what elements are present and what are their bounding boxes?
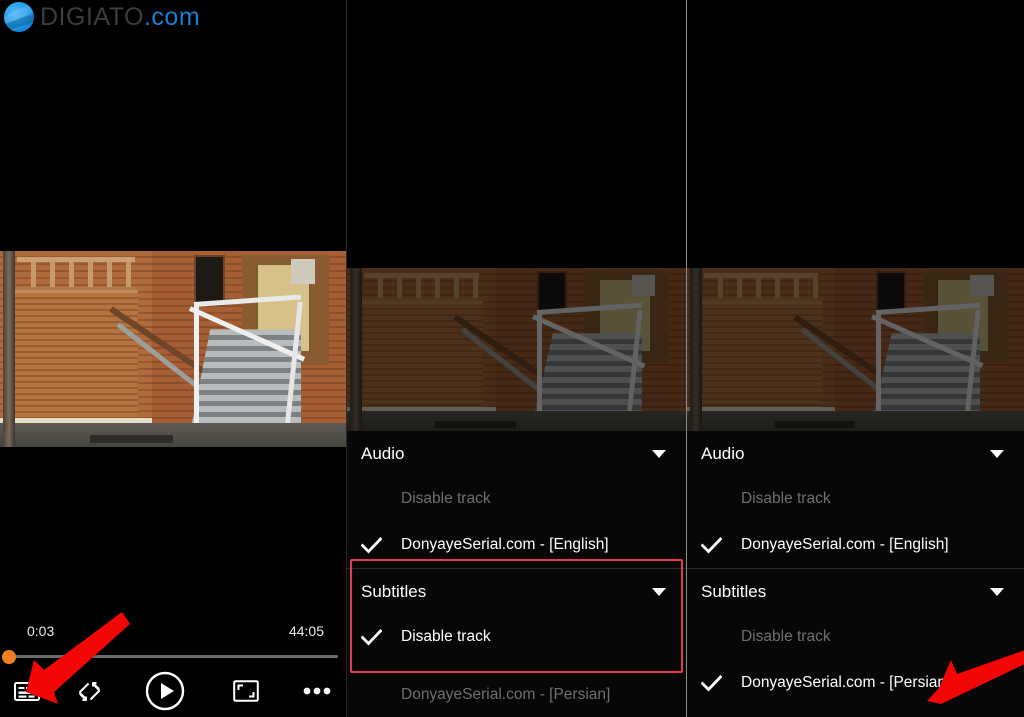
subtitles-button[interactable] <box>10 681 44 701</box>
section-header-audio[interactable]: Audio <box>687 431 1024 476</box>
screenshot-root: DIGIATO.com 0:03 44:05 Audio Disable tra… <box>0 0 1024 717</box>
option-label: DonyayeSerial.com - [Persian] <box>741 674 951 691</box>
more-options-icon <box>303 687 331 695</box>
video-scene-building-stairs <box>687 268 1024 431</box>
option-label: DonyayeSerial.com - [English] <box>401 536 609 553</box>
seek-thumb[interactable] <box>2 650 16 664</box>
seek-bar[interactable] <box>0 647 346 665</box>
player-controls: 0:03 44:05 <box>0 623 346 717</box>
option-label: Disable track <box>741 490 831 507</box>
option-label: DonyayeSerial.com - [English] <box>741 536 949 553</box>
track-selection-menu: Audio Disable track DonyayeSerial.com - … <box>347 431 686 717</box>
video-frame-dim <box>687 268 1024 431</box>
play-icon <box>146 671 185 711</box>
closed-caption-icon <box>13 681 40 701</box>
audio-option-english[interactable]: DonyayeSerial.com - [English] <box>687 522 1024 568</box>
subtitle-option-persian[interactable]: DonyayeSerial.com - [Persian] <box>347 672 686 717</box>
section-header-subtitles[interactable]: Subtitles <box>347 569 686 614</box>
audio-option-disable-track[interactable]: Disable track <box>687 476 1024 522</box>
check-icon <box>361 628 382 646</box>
section-audio: Audio Disable track DonyayeSerial.com - … <box>687 431 1024 568</box>
check-slot <box>701 674 741 692</box>
section-subtitles-wrapper: Subtitles Disable track <box>347 559 686 673</box>
option-label: Disable track <box>741 628 831 645</box>
video-scene-building-stairs <box>347 268 686 431</box>
panel-subtitles-persian-selected: Audio Disable track DonyayeSerial.com - … <box>686 0 1024 717</box>
check-icon <box>701 674 722 692</box>
check-slot <box>361 536 401 554</box>
check-icon <box>361 536 382 554</box>
control-button-row <box>0 665 346 717</box>
subtitle-option-disable-track[interactable]: Disable track <box>347 614 686 660</box>
section-header-audio[interactable]: Audio <box>347 431 686 476</box>
chevron-down-icon[interactable] <box>990 450 1004 458</box>
fit-to-screen-icon <box>233 680 260 702</box>
watermark-text-main: DIGIATO <box>40 2 144 31</box>
section-title: Audio <box>361 444 405 463</box>
screen-rotate-icon <box>78 681 101 701</box>
total-time-label: 44:05 <box>288 623 324 639</box>
option-label: Disable track <box>401 628 491 645</box>
panel-subtitles-disabled: Audio Disable track DonyayeSerial.com - … <box>346 0 686 717</box>
section-title: Audio <box>701 444 745 463</box>
play-button[interactable] <box>142 671 189 711</box>
digiato-globe-icon <box>4 2 34 32</box>
chevron-down-icon[interactable] <box>990 588 1004 596</box>
video-frame[interactable] <box>0 251 346 447</box>
chevron-down-icon[interactable] <box>652 450 666 458</box>
chevron-down-icon[interactable] <box>652 588 666 596</box>
video-frame-dim <box>347 268 686 431</box>
section-title: Subtitles <box>701 582 767 601</box>
seek-track[interactable] <box>8 655 338 658</box>
fit-screen-button[interactable] <box>225 680 268 702</box>
check-slot <box>701 536 741 554</box>
audio-option-english[interactable]: DonyayeSerial.com - [English] <box>347 522 686 568</box>
section-subtitles: Subtitles Disable track <box>347 569 686 660</box>
subtitle-option-persian[interactable]: DonyayeSerial.com - [Persian] <box>687 660 1024 706</box>
check-slot <box>361 628 401 646</box>
current-time-label: 0:03 <box>27 623 55 639</box>
time-row: 0:03 44:05 <box>27 623 324 647</box>
video-scene-building-stairs <box>0 251 346 447</box>
section-subtitles: Subtitles Disable track DonyayeSerial.co… <box>687 569 1024 706</box>
watermark-text-tld: .com <box>143 2 201 31</box>
watermark-text: DIGIATO.com <box>40 3 200 32</box>
audio-option-disable-track[interactable]: Disable track <box>347 476 686 522</box>
option-label: DonyayeSerial.com - [Persian] <box>401 686 611 703</box>
section-title: Subtitles <box>361 582 427 601</box>
panel-video-player: DIGIATO.com 0:03 44:05 <box>0 0 346 717</box>
track-selection-menu: Audio Disable track DonyayeSerial.com - … <box>687 431 1024 717</box>
section-audio: Audio Disable track DonyayeSerial.com - … <box>347 431 686 568</box>
digiato-watermark: DIGIATO.com <box>4 2 200 32</box>
option-label: Disable track <box>401 490 491 507</box>
subtitle-option-disable-track[interactable]: Disable track <box>687 614 1024 660</box>
check-icon <box>701 536 722 554</box>
more-button[interactable] <box>298 687 336 695</box>
rotate-button[interactable] <box>68 678 112 705</box>
section-header-subtitles[interactable]: Subtitles <box>687 569 1024 614</box>
